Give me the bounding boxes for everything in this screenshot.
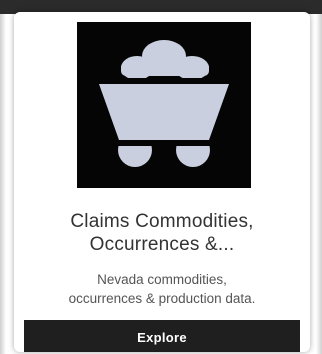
card-description: Nevada commodities, occurrences & produc… bbox=[68, 272, 256, 306]
app-card[interactable]: Claims Commodities, Occurrences &... Nev… bbox=[14, 12, 310, 352]
mine-cart-icon bbox=[99, 40, 229, 167]
card-thumbnail[interactable] bbox=[77, 22, 251, 188]
explore-button[interactable]: Explore bbox=[24, 320, 300, 352]
left-card-edge bbox=[0, 14, 6, 354]
right-card-edge bbox=[316, 14, 322, 354]
card-title: Claims Commodities, Occurrences &... bbox=[70, 211, 254, 255]
